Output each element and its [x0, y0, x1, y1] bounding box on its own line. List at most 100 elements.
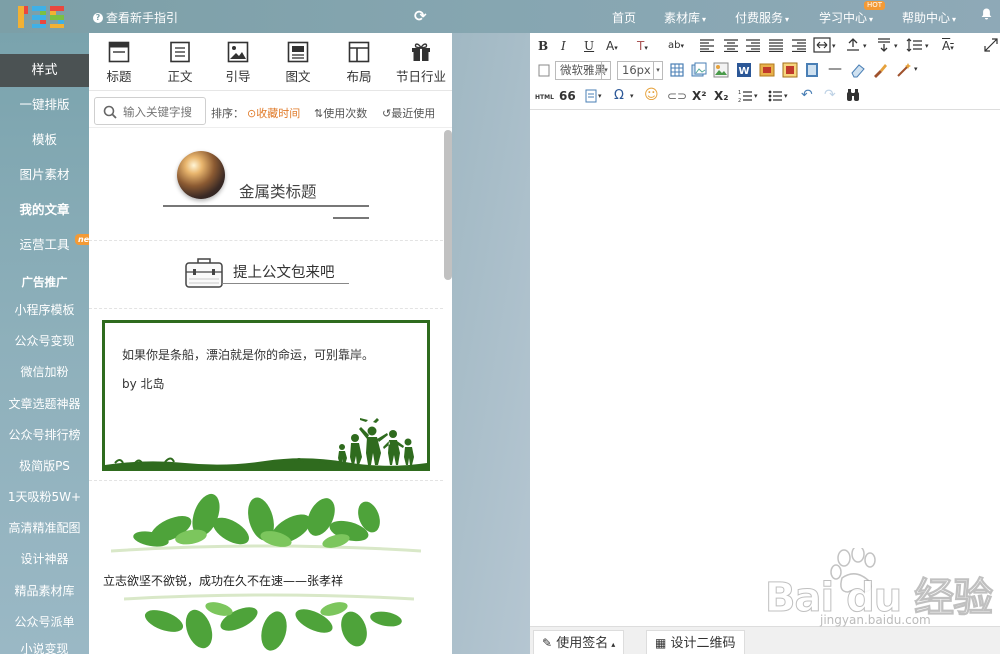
- template-metal-title[interactable]: 金属类标题: [89, 128, 443, 241]
- chevron-down-icon[interactable]: ▾: [925, 37, 929, 55]
- insert-image-icon[interactable]: [713, 62, 729, 78]
- background-image-icon[interactable]: [759, 62, 775, 78]
- superscript-button[interactable]: X²: [692, 87, 707, 105]
- sidebar-ad-item[interactable]: 公众号排行榜: [0, 419, 89, 452]
- attachment-icon[interactable]: [585, 89, 597, 103]
- refresh-icon[interactable]: ⟳: [414, 7, 427, 25]
- sidebar-ad-item[interactable]: 小程序模板: [0, 294, 89, 327]
- nav-materials[interactable]: 素材库 ▾: [664, 9, 706, 26]
- image-gallery-icon[interactable]: [691, 62, 707, 78]
- subscript-button[interactable]: X₂: [714, 87, 729, 105]
- redo-icon[interactable]: ↷: [824, 86, 836, 104]
- template-leaf-quote[interactable]: 立志欲坚不欲锐，成功在久不在速——张孝祥: [89, 480, 443, 654]
- sidebar-ad-item[interactable]: 小说变现: [0, 637, 89, 654]
- nav-paid-services[interactable]: 付费服务 ▾: [735, 9, 789, 26]
- bullet-list-icon[interactable]: [768, 89, 782, 103]
- sidebar-item-ops-tools[interactable]: 运营工具: [0, 228, 89, 261]
- sidebar-ad-item[interactable]: 设计神器: [0, 543, 89, 576]
- tab-image-text[interactable]: 图文: [282, 41, 314, 85]
- font-size-icon[interactable]: A▾: [942, 37, 954, 55]
- sidebar-item-one-click-layout[interactable]: 一键排版: [0, 88, 89, 121]
- undo-icon[interactable]: ↶: [801, 86, 813, 104]
- align-right-icon[interactable]: [746, 39, 760, 52]
- search-input[interactable]: [123, 102, 203, 121]
- tab-title[interactable]: 标题: [103, 41, 135, 85]
- format-painter-icon[interactable]: [872, 62, 888, 78]
- magic-wand-icon[interactable]: [896, 62, 912, 78]
- logo[interactable]: [14, 3, 72, 31]
- nav-home[interactable]: 首页: [612, 9, 636, 26]
- chevron-down-icon[interactable]: ▾: [914, 60, 918, 78]
- spell-icon[interactable]: ab▾: [668, 37, 684, 55]
- image-frame-icon[interactable]: [782, 62, 798, 78]
- font-size-select[interactable]: 16px ▾: [617, 61, 663, 80]
- template-briefcase-title[interactable]: 提上公文包来吧: [89, 243, 443, 309]
- divider: [333, 217, 369, 219]
- guide-link[interactable]: ? 查看新手指引: [93, 9, 178, 26]
- sidebar-ad-item[interactable]: 微信加粉: [0, 356, 89, 389]
- font-color-icon[interactable]: A▾: [606, 37, 618, 55]
- line-height-icon[interactable]: [906, 38, 922, 52]
- font-family-select[interactable]: 微软雅黑 ▾: [555, 61, 611, 80]
- special-chars-button[interactable]: Ω: [614, 87, 624, 105]
- chevron-down-icon[interactable]: ▾: [832, 37, 836, 55]
- sidebar-ad-item[interactable]: 1天吸粉5W+: [0, 481, 89, 514]
- sidebar-ad-item[interactable]: 极简版PS: [0, 450, 89, 483]
- chevron-down-icon[interactable]: ▾: [784, 87, 788, 105]
- sidebar-item-templates[interactable]: 模板: [0, 123, 89, 156]
- fullscreen-icon[interactable]: [984, 38, 998, 52]
- tab-guide[interactable]: 引导: [222, 41, 254, 85]
- sidebar-item-image-materials[interactable]: 图片素材: [0, 158, 89, 191]
- paragraph-spacing-icon[interactable]: [877, 38, 891, 52]
- use-signature-button[interactable]: ✎ 使用签名 ▴: [533, 630, 625, 654]
- italic-button[interactable]: I: [561, 37, 566, 55]
- align-center-icon[interactable]: [724, 39, 738, 52]
- sidebar-ad-item[interactable]: 公众号变现: [0, 325, 89, 358]
- sidebar-ad-item[interactable]: 高清精准配图: [0, 512, 89, 545]
- tab-body-text[interactable]: 正文: [164, 41, 196, 85]
- editor-content-area[interactable]: [530, 111, 1000, 626]
- letter-spacing-icon[interactable]: [846, 38, 860, 52]
- nav-help[interactable]: 帮助中心 ▾: [902, 9, 956, 26]
- sidebar-ad-item[interactable]: 公众号派单: [0, 606, 89, 639]
- nav-learning[interactable]: 学习中心 ▾: [819, 9, 873, 26]
- blockquote-button[interactable]: 66: [559, 87, 576, 105]
- chevron-down-icon: ▾: [869, 15, 874, 24]
- video-icon[interactable]: [805, 62, 819, 78]
- chevron-down-icon[interactable]: ▾: [598, 87, 602, 105]
- chevron-down-icon[interactable]: ▾: [630, 87, 634, 105]
- sidebar-ad-item[interactable]: 文章选题神器: [0, 388, 89, 421]
- panel-scrollbar[interactable]: [444, 130, 452, 280]
- sort-by-favorite-time[interactable]: ⊙收藏时间: [247, 105, 300, 121]
- bold-button[interactable]: B: [538, 37, 548, 55]
- horizontal-line-icon[interactable]: —: [828, 60, 842, 78]
- table-icon[interactable]: [670, 63, 684, 77]
- eraser-icon[interactable]: [850, 62, 866, 78]
- find-replace-icon[interactable]: [846, 89, 860, 102]
- design-qrcode-button[interactable]: ▦ 设计二维码: [646, 630, 745, 654]
- sidebar-ad-item[interactable]: 精品素材库: [0, 575, 89, 608]
- bell-icon[interactable]: [981, 8, 992, 20]
- sidebar-item-my-articles[interactable]: 我的文章: [0, 193, 89, 226]
- underline-button[interactable]: U: [584, 37, 594, 55]
- ordered-list-icon[interactable]: 12: [738, 89, 752, 103]
- sidebar-item-styles[interactable]: 样式: [0, 54, 89, 87]
- chevron-down-icon[interactable]: ▾: [894, 37, 898, 55]
- template-poem-card[interactable]: 如果你是条船，漂泊就是你的命运，可别靠岸。 by 北岛: [102, 320, 430, 471]
- tab-holidays[interactable]: 节日行业: [391, 41, 451, 85]
- align-left-icon[interactable]: [700, 39, 714, 52]
- html-source-button[interactable]: HTML: [535, 89, 554, 107]
- sort-by-recent-use[interactable]: ↺最近使用: [382, 105, 435, 121]
- clear-format-icon[interactable]: [538, 64, 550, 77]
- fit-width-icon[interactable]: [813, 37, 831, 53]
- word-import-icon[interactable]: W: [736, 62, 752, 78]
- link-icon[interactable]: ⊂⊃: [667, 87, 687, 105]
- background-color-icon[interactable]: T▾: [637, 37, 648, 55]
- sort-by-usage-count[interactable]: ⇅使用次数: [314, 105, 367, 121]
- indent-icon[interactable]: [792, 39, 806, 52]
- emoji-icon[interactable]: ☺: [644, 86, 659, 104]
- chevron-down-icon[interactable]: ▾: [754, 87, 758, 105]
- chevron-down-icon[interactable]: ▾: [863, 37, 867, 55]
- tab-layout[interactable]: 布局: [343, 41, 375, 85]
- align-justify-icon[interactable]: [769, 39, 783, 52]
